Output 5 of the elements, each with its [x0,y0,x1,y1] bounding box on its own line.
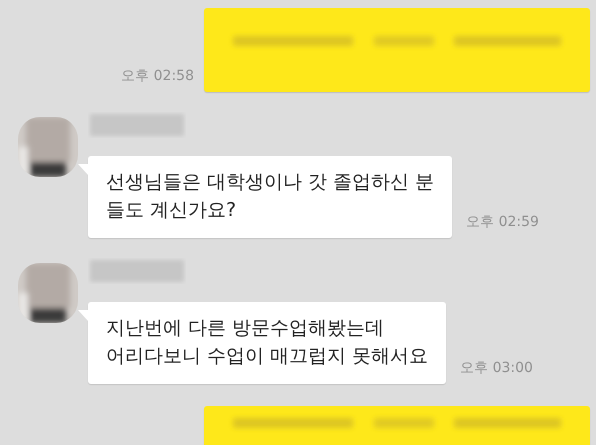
message-text: 선생님들은 대학생이나 갓 졸업하신 분 들도 계신가요? [106,170,434,223]
message-text: 지난번에 다른 방문수업해봤는데 어리다보니 수업이 매끄럽지 못해서요 [106,316,428,369]
message-time: 오후 03:00 [460,359,533,377]
message-time: 오후 02:59 [466,213,539,231]
message-time: 오후 02:58 [121,67,194,85]
